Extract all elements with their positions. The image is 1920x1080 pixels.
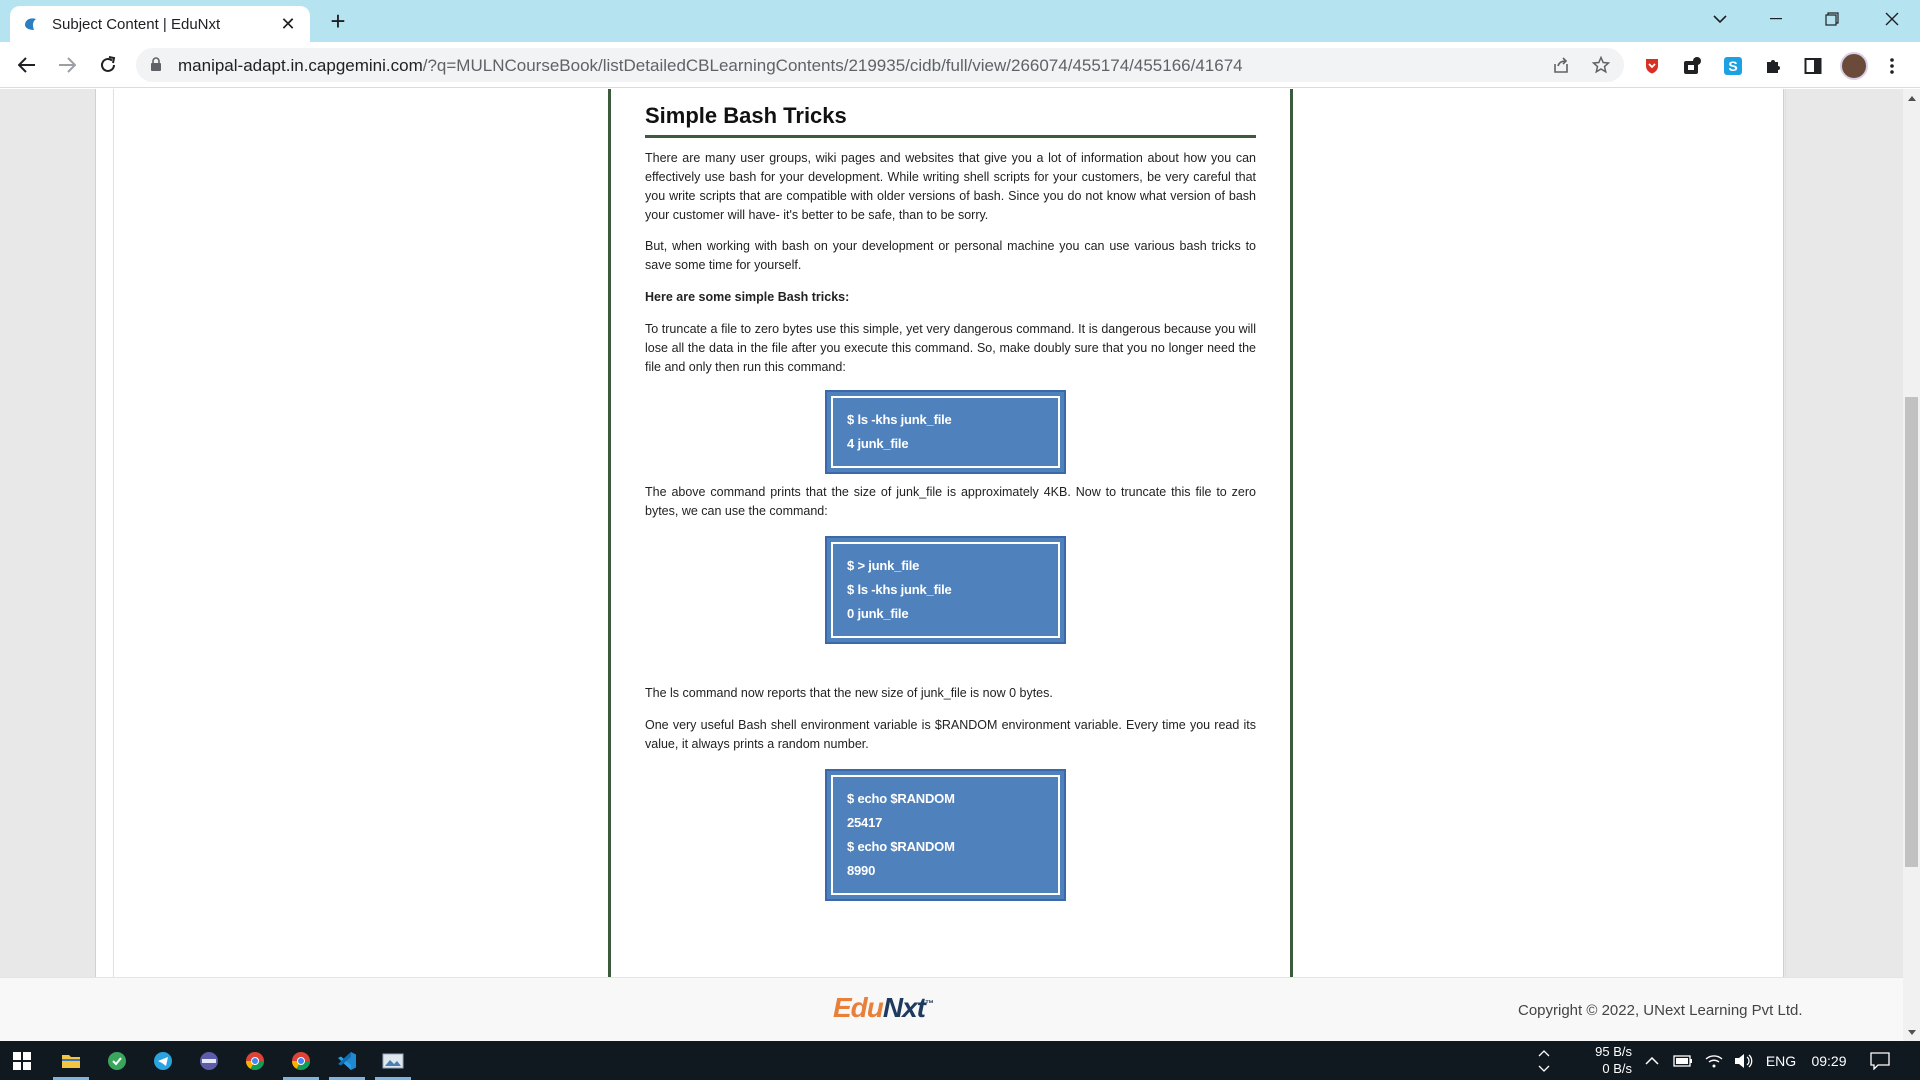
chrome-icon[interactable]: [233, 1041, 277, 1080]
logo-trademark: ™: [925, 998, 934, 1009]
scroll-down-arrow-icon[interactable]: [1903, 1024, 1920, 1041]
paragraph-random: One very useful Bash shell environment v…: [645, 718, 1256, 751]
extensions-puzzle-icon[interactable]: [1762, 55, 1784, 77]
clock-time[interactable]: 09:29: [1806, 1041, 1852, 1080]
page-viewport: Simple Bash Tricks There are many user g…: [0, 89, 1903, 1041]
window-minimize-button[interactable]: [1748, 0, 1804, 38]
file-explorer-icon[interactable]: [49, 1041, 93, 1080]
url-path: /?q=MULNCourseBook/listDetailedCBLearnin…: [422, 56, 1243, 75]
logo-part-edu: Edu: [833, 992, 884, 1023]
new-tab-button[interactable]: +: [324, 6, 352, 36]
lock-icon[interactable]: [150, 57, 162, 77]
extension-red-shield-icon[interactable]: [1641, 55, 1663, 77]
svg-text:S: S: [1728, 58, 1737, 74]
logo-part-nxt: Nxt: [882, 992, 926, 1023]
left-margin: [0, 89, 95, 977]
bookmark-star-icon[interactable]: [1590, 55, 1612, 75]
net-upload-speed: 95 B/s: [1595, 1044, 1632, 1059]
page-scrollbar[interactable]: [1903, 89, 1920, 1041]
tab-title: Subject Content | EduNxt: [52, 15, 221, 33]
extension-puzzle-dark-icon[interactable]: [1681, 55, 1703, 77]
browser-menu-icon[interactable]: [1884, 54, 1900, 78]
frame-divider-right: [1785, 89, 1786, 977]
image-viewer-icon[interactable]: [371, 1041, 415, 1080]
copyright-text: Copyright © 2022, UNext Learning Pvt Ltd…: [1518, 1002, 1803, 1019]
vscode-icon[interactable]: [325, 1041, 369, 1080]
browser-tab-active[interactable]: Subject Content | EduNxt ✕: [10, 6, 310, 42]
app-disc-icon[interactable]: [187, 1041, 231, 1080]
code-line: 4 junk_file: [847, 436, 909, 451]
paragraph-tricks-heading: Here are some simple Bash tricks:: [645, 290, 850, 304]
windows-taskbar: 95 B/s 0 B/s ENG 09:29: [0, 1041, 1920, 1080]
code-line: 25417: [847, 815, 883, 830]
forward-arrow-icon[interactable]: [51, 49, 83, 81]
back-arrow-icon[interactable]: [11, 49, 43, 81]
show-hidden-icons-chevron-icon[interactable]: [1642, 1041, 1662, 1080]
window-restore-button[interactable]: [1804, 0, 1860, 38]
share-icon[interactable]: [1550, 55, 1572, 75]
code-line: 8990: [847, 863, 876, 878]
code-block-truncate: $ > junk_file $ ls -khs junk_file 0 junk…: [825, 536, 1066, 644]
frame-divider-left: [113, 89, 114, 977]
code-block-inner: $ ls -khs junk_file 4 junk_file: [831, 396, 1060, 468]
page-footer: EduNxt™ Copyright © 2022, UNext Learning…: [0, 977, 1903, 1041]
paragraph-development: But, when working with bash on your deve…: [645, 239, 1256, 272]
network-speed-meter: 95 B/s 0 B/s: [1572, 1043, 1632, 1077]
edunxt-favicon-icon: [22, 15, 40, 33]
notification-center-icon[interactable]: [1866, 1041, 1894, 1080]
side-panel-icon[interactable]: [1802, 55, 1824, 77]
tray-up-chevron-icon[interactable]: [1534, 1041, 1554, 1080]
code-line: 0 junk_file: [847, 606, 909, 621]
edunxt-logo[interactable]: EduNxt™: [833, 992, 934, 1024]
telegram-icon[interactable]: [141, 1041, 185, 1080]
browser-titlebar: Subject Content | EduNxt ✕ +: [0, 0, 1920, 42]
code-line: $ ls -khs junk_file: [847, 412, 952, 427]
input-language[interactable]: ENG: [1762, 1041, 1800, 1080]
battery-icon[interactable]: [1670, 1041, 1696, 1080]
paragraph-intro: There are many user groups, wiki pages a…: [645, 151, 1256, 222]
document-heading: Simple Bash Tricks: [645, 103, 1256, 138]
code-block-random: $ echo $RANDOM 25417 $ echo $RANDOM 8990: [825, 769, 1066, 901]
paragraph-above-command: The above command prints that the size o…: [645, 485, 1256, 518]
code-line: $ ls -khs junk_file: [847, 582, 952, 597]
address-bar[interactable]: manipal-adapt.in.capgemini.com/?q=MULNCo…: [136, 48, 1624, 82]
app-green-icon[interactable]: [95, 1041, 139, 1080]
window-close-button[interactable]: [1864, 0, 1920, 38]
windows-start-icon[interactable]: [0, 1041, 44, 1080]
code-block-inner: $ > junk_file $ ls -khs junk_file 0 junk…: [831, 542, 1060, 638]
code-block-ls: $ ls -khs junk_file 4 junk_file: [825, 390, 1066, 474]
code-block-inner: $ echo $RANDOM 25417 $ echo $RANDOM 8990: [831, 775, 1060, 895]
net-download-speed: 0 B/s: [1602, 1061, 1632, 1076]
paragraph-truncate: To truncate a file to zero bytes use thi…: [645, 322, 1256, 374]
right-margin: [1784, 89, 1903, 977]
code-line: $ echo $RANDOM: [847, 791, 955, 806]
browser-toolbar: manipal-adapt.in.capgemini.com/?q=MULNCo…: [0, 42, 1920, 88]
tab-search-chevron-icon[interactable]: [1692, 0, 1748, 38]
paragraph-ls-reports: The ls command now reports that the new …: [645, 686, 1053, 700]
tab-close-icon[interactable]: ✕: [278, 14, 298, 35]
scrollbar-thumb[interactable]: [1905, 397, 1918, 867]
reload-icon[interactable]: [92, 49, 124, 81]
url-text[interactable]: manipal-adapt.in.capgemini.com/?q=MULNCo…: [178, 56, 1243, 76]
chrome-active-icon[interactable]: [279, 1041, 323, 1080]
volume-icon[interactable]: [1732, 1041, 1756, 1080]
code-line: $ echo $RANDOM: [847, 839, 955, 854]
scroll-up-arrow-icon[interactable]: [1903, 89, 1920, 106]
extension-s-blue-icon[interactable]: S: [1722, 55, 1744, 77]
course-document-page: Simple Bash Tricks There are many user g…: [608, 89, 1293, 977]
url-host: manipal-adapt.in.capgemini.com: [178, 56, 423, 75]
code-line: $ > junk_file: [847, 558, 920, 573]
wifi-icon[interactable]: [1702, 1041, 1726, 1080]
profile-avatar[interactable]: [1840, 52, 1868, 80]
